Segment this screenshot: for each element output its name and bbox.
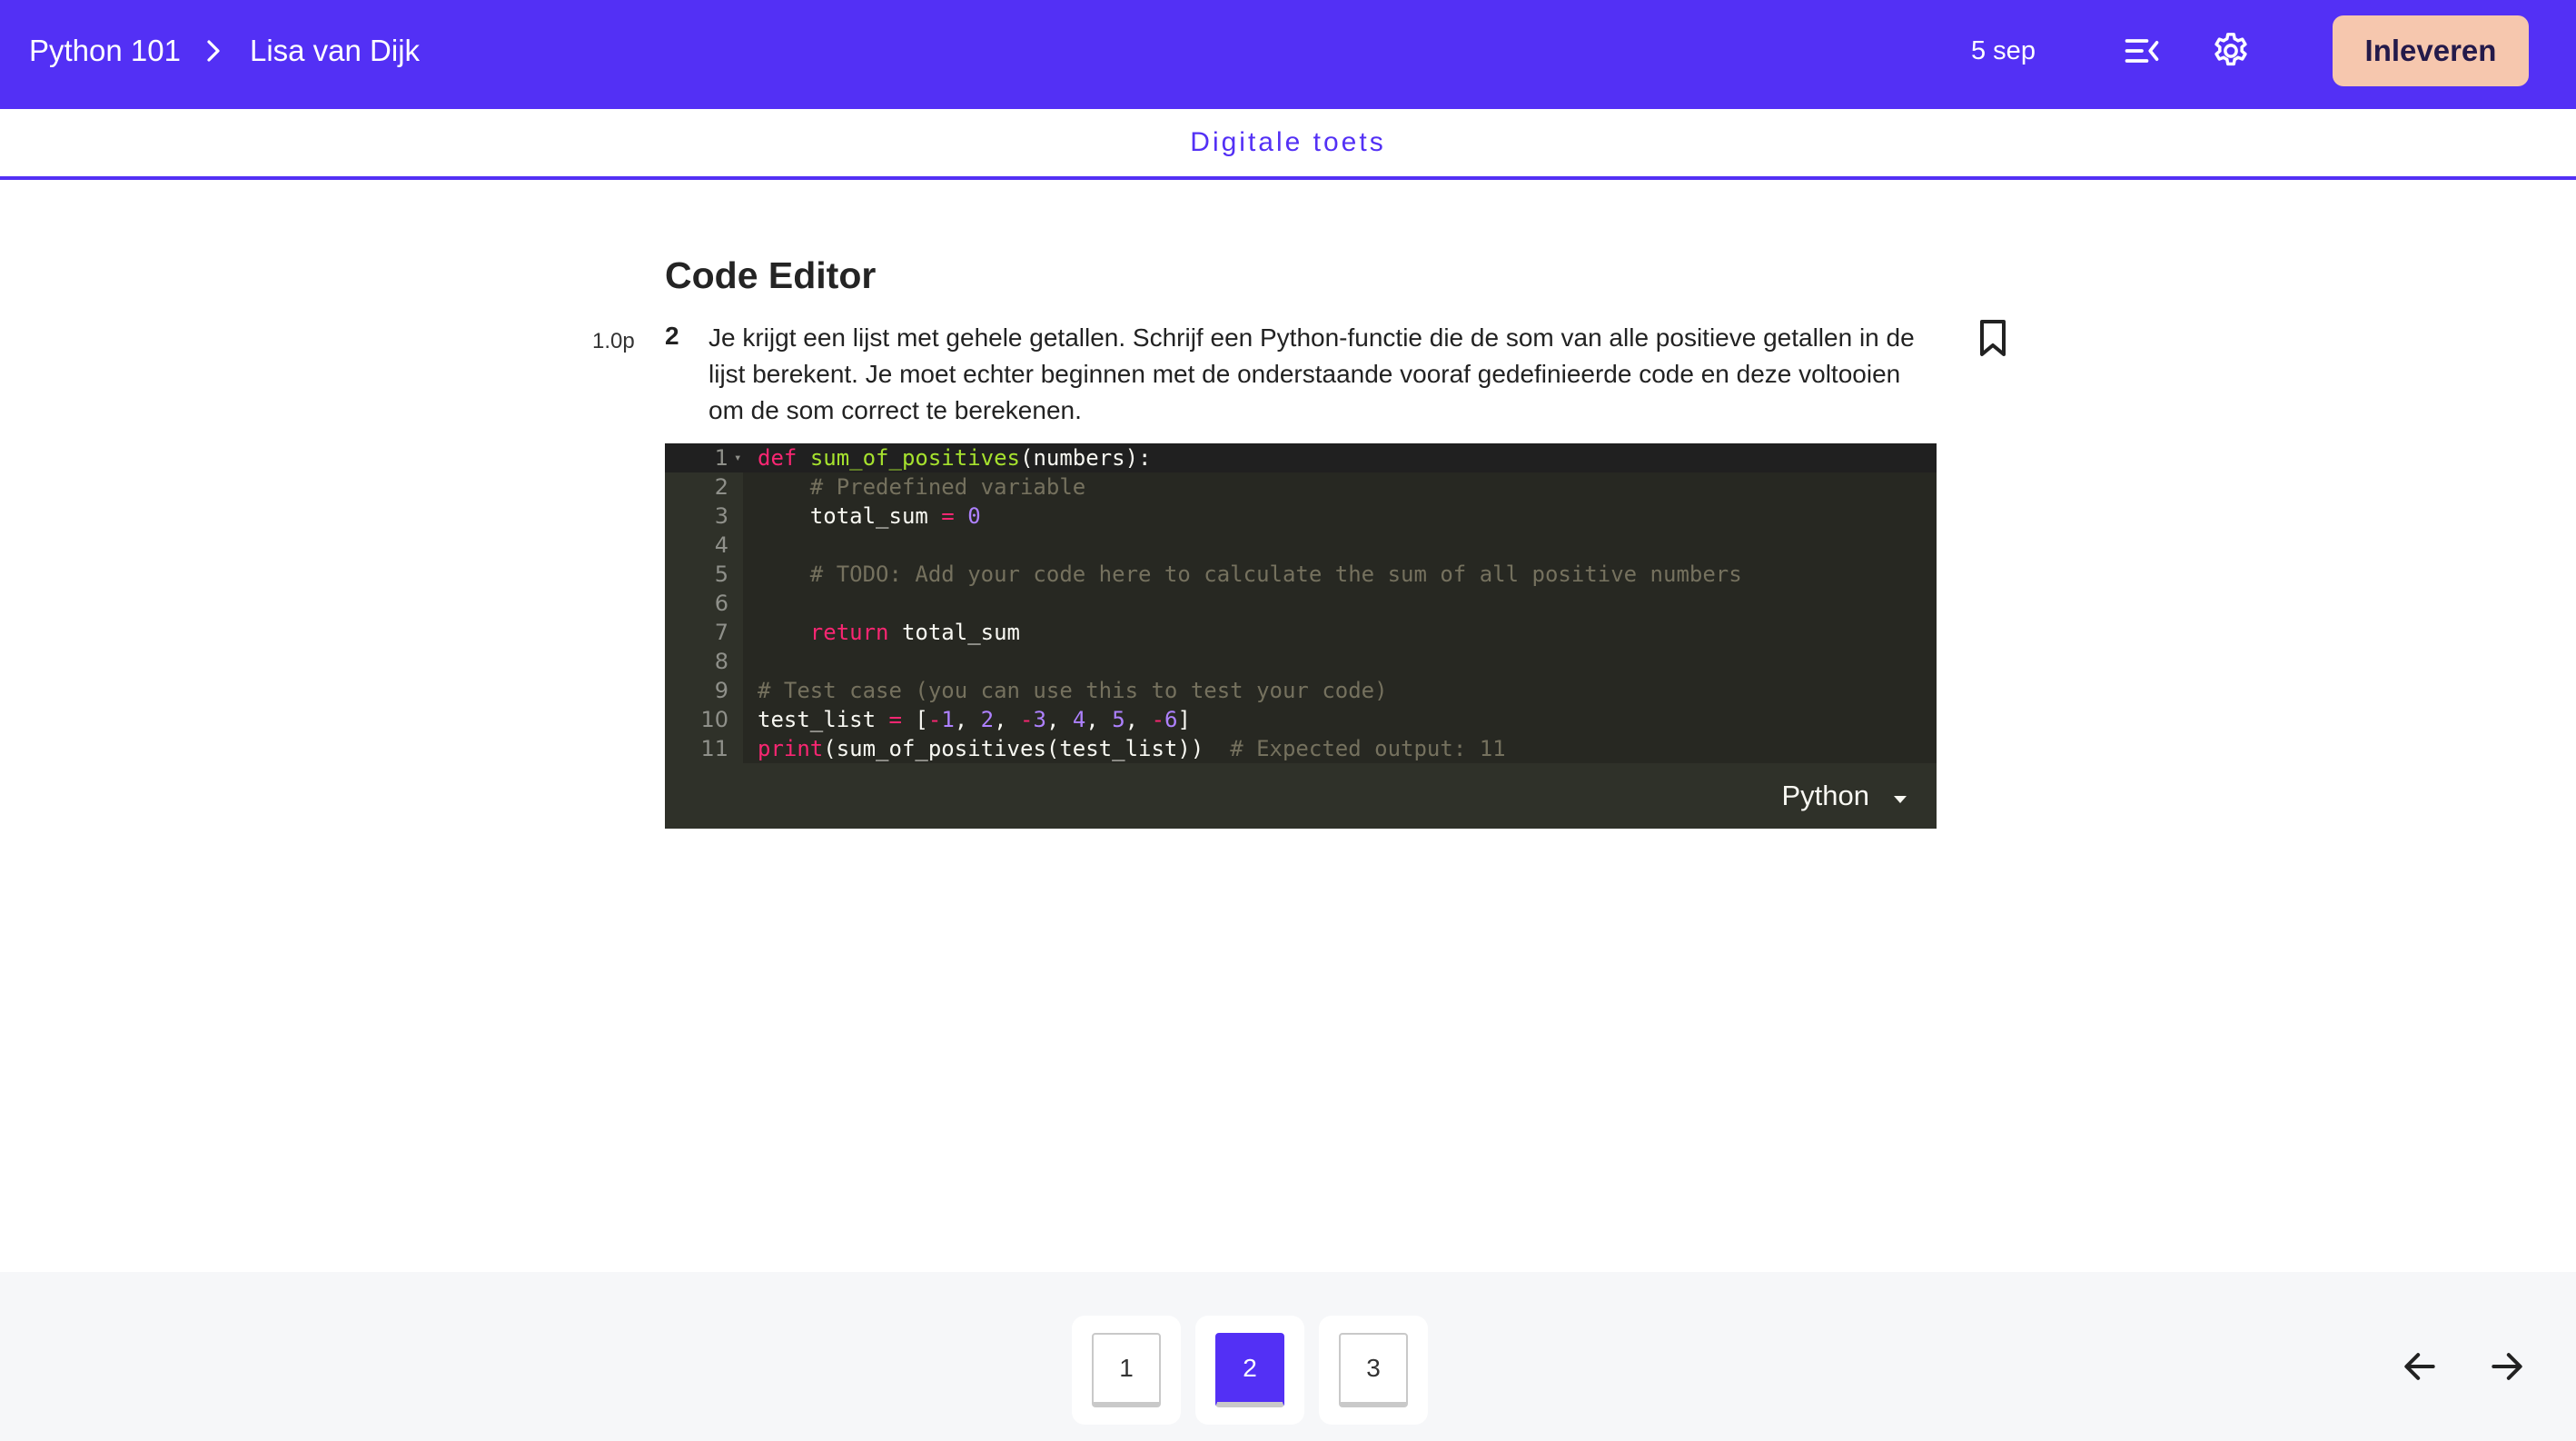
code-area[interactable]: 1 ▾ def sum_of_positives(numbers): 2 # P… [665, 443, 1937, 763]
line-number: 1 [714, 445, 728, 471]
question-text: Je krijgt een lijst met gehele getallen.… [708, 323, 1915, 424]
section-title: Code Editor [665, 254, 877, 296]
code-line[interactable]: 1 ▾ def sum_of_positives(numbers): [665, 443, 1937, 472]
language-label: Python [1781, 780, 1869, 811]
submit-button[interactable]: Inleveren [2333, 15, 2529, 86]
code-line[interactable]: 4 [665, 531, 1937, 560]
menu-collapse-icon[interactable] [2116, 25, 2167, 76]
page-button-1[interactable]: 1 [1092, 1333, 1161, 1407]
line-number: 4 [714, 532, 728, 558]
page-item: 3 [1319, 1316, 1428, 1425]
line-number: 7 [714, 620, 728, 645]
code-line[interactable]: 9 # Test case (you can use this to test … [665, 676, 1937, 705]
line-number: 11 [700, 736, 728, 761]
line-number: 9 [714, 678, 728, 703]
code-text: print(sum_of_positives(test_list)) # Exp… [758, 736, 1506, 761]
breadcrumb-student: Lisa van Dijk [249, 34, 421, 67]
code-line[interactable]: 11 print(sum_of_positives(test_list)) # … [665, 734, 1937, 763]
code-line[interactable]: 6 [665, 589, 1937, 618]
bottom-bar: 1 2 3 [0, 1272, 2576, 1441]
code-line[interactable]: 7 return total_sum [665, 618, 1937, 647]
code-text: # Predefined variable [758, 474, 1086, 500]
question-number: 2 [665, 322, 679, 350]
fold-arrow-icon[interactable]: ▾ [734, 443, 741, 472]
code-text: # Test case (you can use this to test yo… [758, 678, 1388, 703]
arrow-right-icon[interactable] [2482, 1341, 2532, 1392]
code-editor[interactable]: 1 ▾ def sum_of_positives(numbers): 2 # P… [665, 443, 1937, 829]
arrow-left-icon[interactable] [2394, 1341, 2445, 1392]
language-select[interactable]: Python [1781, 763, 1909, 829]
code-text: # TODO: Add your code here to calculate … [758, 561, 1742, 587]
question-points: 1.0p [592, 329, 635, 353]
code-text: return total_sum [809, 620, 1020, 645]
breadcrumb: Python 101 Lisa van Dijk [29, 0, 420, 102]
bookmark-icon[interactable] [1975, 318, 2011, 358]
test-title: Digitale toets [1190, 127, 1386, 157]
test-title-bar: Digitale toets [0, 109, 2576, 180]
caret-down-icon [1891, 780, 1909, 812]
code-line[interactable]: 5 # TODO: Add your code here to calculat… [665, 560, 1937, 589]
line-number: 3 [714, 503, 728, 529]
page-item: 1 [1072, 1316, 1181, 1425]
code-text: test_list = [-1, 2, -3, 4, 5, -6] [758, 707, 1191, 732]
editor-footer: Python [665, 763, 1937, 829]
line-number: 2 [714, 474, 728, 500]
line-number: 5 [714, 561, 728, 587]
page-item: 2 [1195, 1316, 1304, 1425]
code-line[interactable]: 10 test_list = [-1, 2, -3, 4, 5, -6] [665, 705, 1937, 734]
line-number: 6 [714, 591, 728, 616]
code-text: total_sum = 0 [758, 503, 981, 529]
gear-icon[interactable] [2205, 25, 2256, 76]
code-line[interactable]: 2 # Predefined variable [665, 472, 1937, 502]
code-text: def sum_of_positives(numbers): [758, 445, 1152, 471]
line-number: 10 [700, 707, 728, 732]
code-line[interactable]: 8 [665, 647, 1937, 676]
page-button-2[interactable]: 2 [1215, 1333, 1284, 1407]
top-bar: Python 101 Lisa van Dijk 5 sep Inleveren [0, 0, 2576, 109]
page-button-3[interactable]: 3 [1339, 1333, 1408, 1407]
code-line[interactable]: 3 total_sum = 0 [665, 502, 1937, 531]
breadcrumb-course[interactable]: Python 101 [29, 34, 181, 68]
line-number: 8 [714, 649, 728, 674]
chevron-right-icon [192, 29, 235, 73]
date-label: 5 sep [1971, 35, 2036, 65]
